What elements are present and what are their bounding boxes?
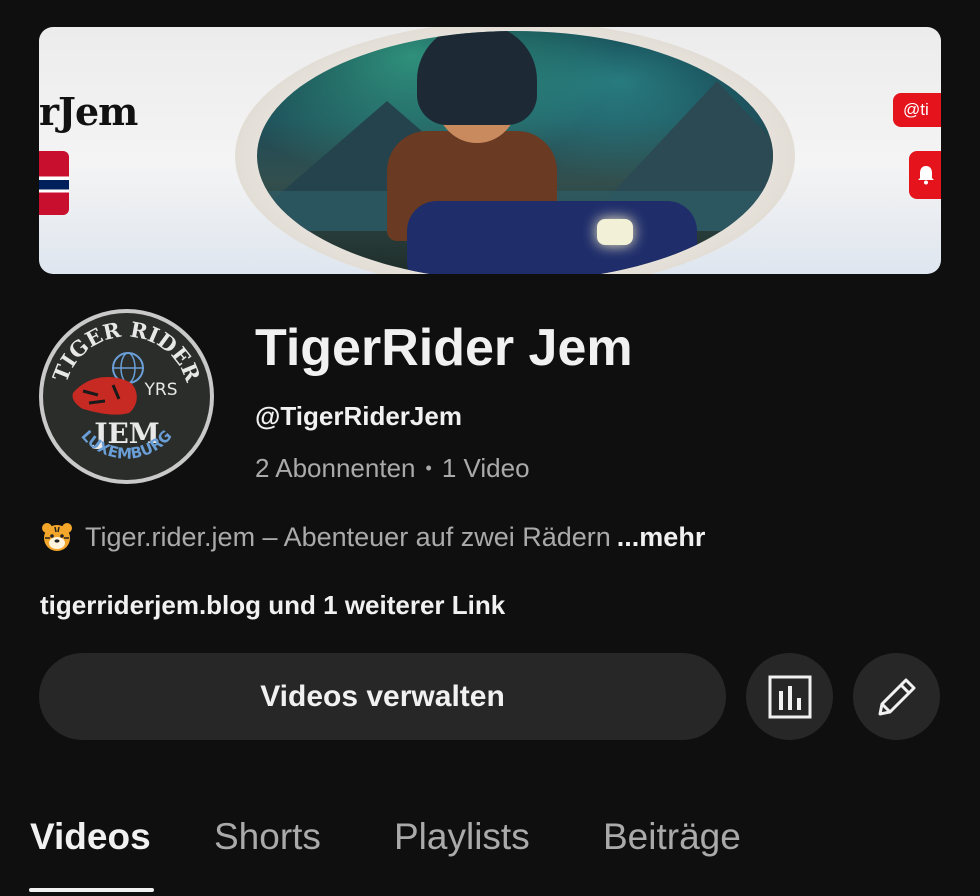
pencil-icon	[878, 678, 915, 715]
avatar-side-text: YRS	[144, 380, 178, 400]
channel-tabs: Videos Shorts Playlists Beiträge	[0, 812, 980, 896]
channel-links[interactable]: tigerriderjem.blog und 1 weiterer Link	[40, 590, 505, 621]
subscriber-count: 2 Abonnenten	[255, 453, 416, 483]
manage-videos-button[interactable]: Videos verwalten	[39, 653, 726, 740]
active-tab-indicator	[29, 888, 154, 892]
tab-shorts[interactable]: Shorts	[214, 816, 321, 858]
channel-stats: 2 Abonnenten • 1 Video	[255, 453, 530, 484]
channel-description[interactable]: Tiger.rider.jem – Abenteuer auf zwei Räd…	[41, 522, 705, 553]
banner-illustration	[257, 31, 773, 274]
meta-separator: •	[425, 458, 432, 478]
tiger-face-icon	[42, 523, 72, 551]
channel-page: rJem @ti TIGER RIDER YRS JEM LUXEMBURG T…	[0, 0, 980, 896]
norway-flag-icon	[39, 151, 69, 215]
edit-channel-button[interactable]	[853, 653, 940, 740]
channel-banner: rJem @ti	[39, 27, 941, 274]
tab-videos[interactable]: Videos	[30, 816, 151, 858]
channel-name: TigerRider Jem	[255, 319, 633, 377]
analytics-button[interactable]	[746, 653, 833, 740]
analytics-icon	[768, 675, 811, 718]
tab-posts[interactable]: Beiträge	[603, 816, 741, 858]
description-text: Tiger.rider.jem – Abenteuer auf zwei Räd…	[85, 522, 611, 552]
banner-handle-badge: @ti	[893, 93, 941, 127]
bell-icon	[909, 151, 941, 199]
channel-handle: @TigerRiderJem	[255, 401, 462, 431]
banner-title: rJem	[39, 89, 138, 134]
tab-playlists[interactable]: Playlists	[394, 816, 530, 858]
more-link[interactable]: ...mehr	[617, 522, 706, 552]
channel-avatar[interactable]: TIGER RIDER YRS JEM LUXEMBURG	[39, 309, 214, 484]
video-count: 1 Video	[441, 453, 530, 483]
